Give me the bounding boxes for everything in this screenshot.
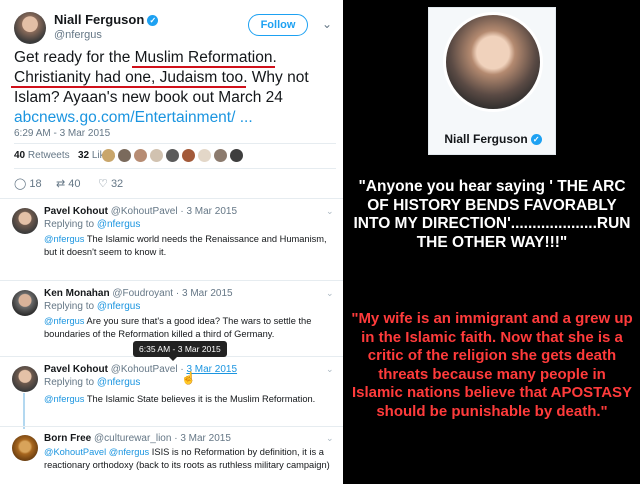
chevron-down-icon[interactable]: ⌄ bbox=[326, 364, 334, 375]
retweets-count: 40 bbox=[14, 150, 26, 161]
avatar[interactable] bbox=[12, 366, 38, 392]
quote-arc-of-history: "Anyone you hear saying ' THE ARC OF HIS… bbox=[353, 178, 631, 251]
reply-text: @nfergus The Islamic world needs the Ren… bbox=[44, 234, 327, 257]
reply-author-name[interactable]: Pavel Kohout bbox=[44, 206, 108, 217]
reply-text: @nfergus Are you sure that's a good idea… bbox=[44, 316, 312, 339]
reply-header: Pavel Kohout @KohoutPavel · 3 Mar 2015 bbox=[44, 364, 238, 375]
retweet-count: 40 bbox=[68, 178, 81, 190]
liker-avatar[interactable] bbox=[134, 149, 147, 162]
reply-header: Pavel Kohout @KohoutPavel · 3 Mar 2015 bbox=[44, 206, 238, 217]
author-handle[interactable]: @nfergus bbox=[54, 29, 102, 41]
follow-button[interactable]: Follow bbox=[248, 14, 308, 36]
retweets-label[interactable]: Retweets bbox=[28, 150, 70, 161]
lion-avatar[interactable] bbox=[12, 435, 38, 461]
profile-photo bbox=[443, 12, 543, 112]
avatar[interactable] bbox=[12, 290, 38, 316]
reply-count: 18 bbox=[29, 178, 42, 190]
liker-avatar[interactable] bbox=[118, 149, 131, 162]
profile-name: Niall Ferguson bbox=[444, 132, 528, 146]
author-avatar[interactable] bbox=[14, 12, 46, 44]
divider bbox=[14, 168, 336, 169]
profile-card: Niall Ferguson ✓ bbox=[428, 7, 556, 155]
chevron-down-icon[interactable]: ⌄ bbox=[326, 206, 334, 217]
verified-badge-icon: ✓ bbox=[147, 15, 159, 26]
like-count: 32 bbox=[110, 178, 124, 190]
likes-count: 32 bbox=[77, 150, 90, 161]
reply-action[interactable]: ◯ 18 bbox=[14, 177, 42, 190]
reply-date[interactable]: 3 Mar 2015 bbox=[180, 433, 231, 444]
liker-avatar[interactable] bbox=[230, 149, 243, 162]
chevron-down-icon[interactable]: ⌄ bbox=[326, 288, 334, 299]
liker-avatar[interactable] bbox=[150, 149, 163, 162]
author-name-row[interactable]: Niall Ferguson ✓ bbox=[54, 12, 159, 27]
liker-avatar[interactable] bbox=[198, 149, 211, 162]
quote-panel: Niall Ferguson ✓ "Anyone you hear saying … bbox=[343, 0, 640, 484]
profile-name-row: Niall Ferguson ✓ bbox=[429, 132, 557, 146]
reply-header: Ken Monahan @Foudroyant · 3 Mar 2015 bbox=[44, 288, 233, 299]
tweet-text: Get ready for the Muslim Reformation. Ch… bbox=[14, 49, 309, 126]
replying-to: Replying to @nfergus bbox=[44, 377, 141, 388]
reply-date[interactable]: 3 Mar 2015 bbox=[182, 288, 233, 299]
timestamp-tooltip: 6:35 AM - 3 Mar 2015 bbox=[133, 341, 227, 361]
reply-author-name[interactable]: Born Free bbox=[44, 433, 91, 444]
reply-author-name[interactable]: Ken Monahan bbox=[44, 288, 110, 299]
thread-connector bbox=[23, 393, 25, 429]
avatar[interactable] bbox=[12, 208, 38, 234]
tweet-screenshot-panel: Niall Ferguson ✓ @nfergus Follow ⌄ Get re… bbox=[0, 0, 343, 484]
chevron-down-icon[interactable]: ⌄ bbox=[322, 17, 332, 31]
divider bbox=[0, 198, 343, 199]
liker-avatar[interactable] bbox=[166, 149, 179, 162]
heart-icon: ♡ bbox=[98, 178, 108, 190]
replying-to: Replying to @nfergus bbox=[44, 219, 141, 230]
engagement-stats: 40 Retweets 32 Likes bbox=[14, 150, 115, 161]
divider bbox=[0, 280, 343, 281]
author-name[interactable]: Niall Ferguson bbox=[54, 12, 144, 27]
liker-avatar[interactable] bbox=[214, 149, 227, 162]
reply-author-name[interactable]: Pavel Kohout bbox=[44, 364, 108, 375]
divider bbox=[14, 143, 336, 144]
reply-author-handle[interactable]: @KohoutPavel bbox=[111, 206, 178, 217]
reply-text: @KohoutPavel @nfergus ISIS is no Reforma… bbox=[44, 447, 330, 470]
retweet-action[interactable]: ⇄ 40 bbox=[56, 177, 81, 190]
like-action[interactable]: ♡ 32 bbox=[98, 177, 123, 190]
reply-author-handle[interactable]: @KohoutPavel bbox=[111, 364, 178, 375]
divider bbox=[0, 426, 343, 427]
reply-icon: ◯ bbox=[14, 178, 27, 190]
article-link[interactable]: abcnews.go.com/Entertainment/ bbox=[14, 109, 235, 126]
reply-author-handle[interactable]: @Foudroyant bbox=[112, 288, 173, 299]
verified-badge-icon: ✓ bbox=[530, 134, 542, 145]
quote-wife-apostasy: "My wife is an immigrant and a grew up i… bbox=[351, 310, 633, 420]
reply-date[interactable]: 3 Mar 2015 bbox=[186, 206, 237, 217]
hand-cursor-icon: ☝ bbox=[181, 371, 196, 385]
retweet-icon: ⇄ bbox=[56, 178, 66, 190]
reply-author-handle[interactable]: @culturewar_lion bbox=[94, 433, 171, 444]
tweet-timestamp[interactable]: 6:29 AM - 3 Mar 2015 bbox=[14, 128, 110, 139]
liker-avatar[interactable] bbox=[102, 149, 115, 162]
reply-text: @nfergus The Islamic State believes it i… bbox=[44, 394, 316, 404]
underlined-phrase-2: Christianity had one, Judaism too bbox=[14, 69, 244, 86]
replying-to: Replying to @nfergus bbox=[44, 301, 141, 312]
reply-header: Born Free @culturewar_lion · 3 Mar 2015 bbox=[44, 433, 231, 444]
liker-avatar[interactable] bbox=[182, 149, 195, 162]
chevron-down-icon[interactable]: ⌄ bbox=[326, 433, 334, 444]
underlined-phrase-1: Muslim Reformation bbox=[134, 49, 273, 66]
